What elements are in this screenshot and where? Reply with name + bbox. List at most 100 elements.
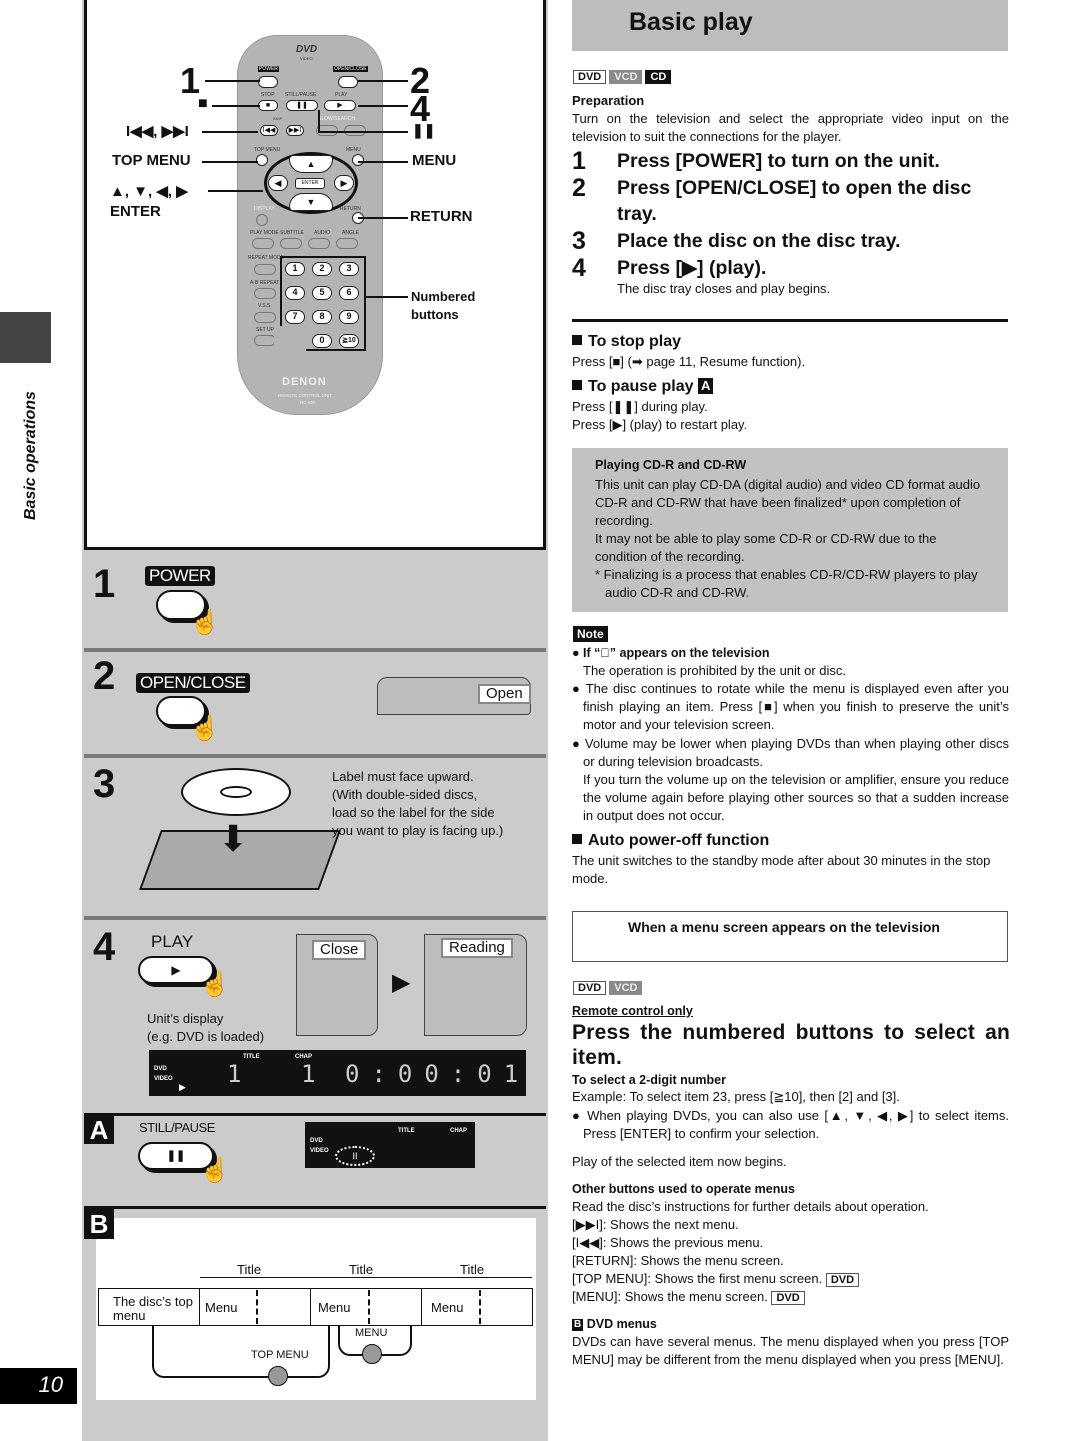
repeat-mode-button[interactable] — [254, 264, 276, 275]
menu-button-icon[interactable] — [362, 1344, 382, 1364]
illus-step-4-number: 4 — [93, 925, 116, 969]
two-digit-heading: To select a 2-digit number — [572, 1073, 726, 1087]
number-button-2[interactable]: 2 — [312, 262, 332, 276]
number-button-0[interactable]: 0 — [312, 334, 332, 348]
left-arrow-button[interactable]: ◀ — [268, 175, 288, 191]
unit-label: REMOTE CONTROL UNIT — [278, 393, 333, 398]
pause-indicator: II — [335, 1146, 375, 1166]
model-label: RC-550 — [300, 400, 316, 405]
number-button-7[interactable]: 7 — [285, 310, 305, 324]
dvd-menus-text: DVDs can have several menus. The menu di… — [572, 1334, 1009, 1367]
callout-arrows: ▲, ▼, ◀, ▶ — [110, 183, 188, 200]
open-close-label: OPEN/CLOSE — [333, 66, 368, 72]
skip-back-button[interactable]: I◀◀ — [260, 125, 278, 136]
lcd-time: 0:00:01 — [345, 1060, 531, 1088]
callout-numbered-buttons: buttons — [411, 307, 459, 322]
unit-display-caption: Unit’s display — [147, 1011, 224, 1026]
number-button-8[interactable]: 8 — [312, 310, 332, 324]
other-buttons-heading: Other buttons used to operate menus — [572, 1182, 795, 1196]
cdr-info-box: Playing CD-R and CD-RW This unit can pla… — [572, 448, 1008, 612]
play-button[interactable]: ▶ — [324, 100, 356, 111]
disc-top-menu-cell: The disc’s top menu — [98, 1288, 200, 1326]
preparation-heading: Preparation — [572, 93, 645, 108]
stop-label: STOP — [261, 92, 275, 98]
title-label-1: Title — [237, 1262, 262, 1277]
power-button[interactable] — [258, 76, 278, 88]
section-divider — [572, 319, 1008, 322]
badge-dvd: DVD — [573, 981, 607, 995]
down-arrow-button[interactable]: ▼ — [289, 193, 333, 211]
menu-button-label: MENU — [355, 1327, 388, 1339]
ab-repeat-button[interactable] — [254, 288, 276, 299]
badge-dvd: DVD — [771, 1291, 805, 1305]
lcd-title-number: 1 — [227, 1060, 246, 1088]
number-button-10-plus[interactable]: ≧10 — [339, 334, 359, 348]
page-title: Basic play — [629, 8, 753, 36]
number-button-3[interactable]: 3 — [339, 262, 359, 276]
auto-off-text: The unit switches to the standby mode af… — [572, 853, 991, 886]
badge-vcd: VCD — [609, 981, 643, 995]
still-pause-label: STILL/PAUSE — [285, 92, 317, 98]
title-label-2: Title — [349, 1262, 374, 1277]
callout-numbered: Numbered — [411, 289, 476, 304]
stop-play-text: Press [■] (➡ page 11, Resume function). — [572, 354, 806, 369]
angle-button[interactable] — [336, 238, 358, 249]
number-button-1[interactable]: 1 — [285, 262, 305, 276]
right-arrow-button[interactable]: ▶ — [334, 175, 354, 191]
callout-pause: ❚❚ — [412, 122, 436, 138]
brand-logo: DENON — [282, 376, 327, 388]
number-button-9[interactable]: 9 — [339, 310, 359, 324]
cdr-paragraph-2: It may not be able to play some CD-R or … — [595, 531, 937, 564]
stop-button[interactable]: ■ — [258, 100, 278, 111]
illus-play-label: PLAY — [151, 932, 194, 951]
top-menu-button[interactable] — [256, 154, 268, 166]
menu-button[interactable] — [352, 154, 364, 166]
two-digit-example: Example: To select item 23, press [≧10],… — [572, 1089, 900, 1104]
audio-button[interactable] — [308, 238, 330, 249]
title-menu-cell-1: Menu — [199, 1288, 311, 1326]
unit-lcd-display: DVD VIDEO ▶ TITLE CHAP 1 1 0:00:01 — [149, 1050, 526, 1096]
unit-display-caption-example: (e.g. DVD is loaded) — [147, 1029, 265, 1044]
pointing-hand-icon: ☝ — [200, 971, 230, 998]
display-button[interactable] — [256, 214, 268, 226]
illus-still-pause-label: STILL/PAUSE — [139, 1120, 215, 1135]
number-button-4[interactable]: 4 — [285, 286, 305, 300]
number-button-6[interactable]: 6 — [339, 286, 359, 300]
lcd-chapter-number: 1 — [301, 1060, 320, 1088]
remote-only-label: Remote control only — [572, 1004, 693, 1018]
callout-skip: I◀◀, ▶▶I — [126, 123, 189, 140]
section-side-label: Basic operations — [22, 391, 39, 520]
play-mode-button[interactable] — [252, 238, 274, 249]
vss-button[interactable] — [254, 312, 276, 323]
subtitle-button[interactable] — [280, 238, 302, 249]
pause-lcd-display: DVD VIDEO TITLE CHAP II — [305, 1122, 475, 1168]
remote-control-illustration: DVD VIDEO POWER OPEN/CLOSE STOP STILL/PA… — [237, 35, 383, 415]
up-arrow-button[interactable]: ▲ — [289, 155, 333, 173]
cdr-footnote: * Finalizing is a process that enables C… — [595, 567, 978, 600]
enter-button[interactable]: ENTER — [295, 178, 325, 189]
dvd-menus-heading: B DVD menus — [572, 1317, 657, 1331]
number-button-5[interactable]: 5 — [312, 286, 332, 300]
dvd-logo: DVD — [296, 44, 318, 55]
skip-forward-button[interactable]: ▶▶I — [286, 125, 304, 136]
setup-button[interactable] — [254, 335, 276, 346]
note-bullet-2: ● The disc continues to rotate while the… — [572, 681, 1009, 732]
pause-button[interactable]: ❚❚ — [286, 100, 318, 111]
square-bullet-icon — [572, 335, 582, 345]
note-tag: Note — [573, 626, 608, 642]
pointing-hand-icon: ☝ — [200, 1157, 230, 1184]
illus-step-1-number: 1 — [93, 562, 116, 606]
note-bullet-3: ● Volume may be lower when playing DVDs … — [572, 736, 1009, 769]
step-4-subtext: The disc tray closes and play begins. — [617, 281, 831, 296]
title-menu-cell-2: Menu — [310, 1288, 422, 1326]
badge-cd: CD — [645, 70, 672, 84]
subtitle-label: SUBTITLE — [280, 230, 304, 236]
top-menu-button-icon[interactable] — [268, 1366, 288, 1386]
audio-label: AUDIO — [314, 230, 330, 236]
open-close-button[interactable] — [338, 76, 358, 88]
play-begins-text: Play of the selected item now begins. — [572, 1154, 787, 1169]
page-number: 10 — [0, 1368, 77, 1404]
next-arrow-icon: ▶ — [392, 969, 411, 996]
disc-type-badges: DVD VCD CD — [573, 67, 674, 85]
power-label: POWER — [258, 66, 279, 72]
